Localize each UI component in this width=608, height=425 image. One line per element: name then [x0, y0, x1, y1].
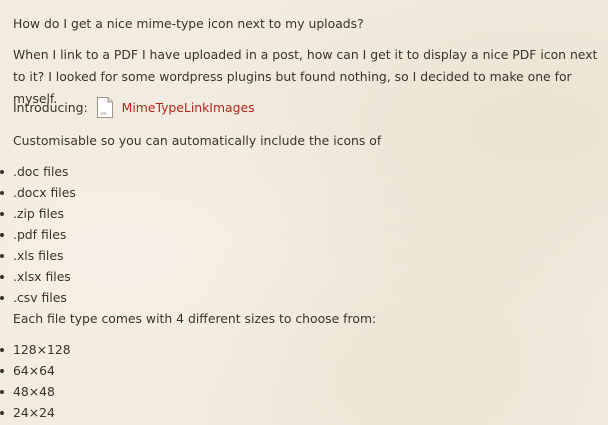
bullet-icon	[0, 348, 4, 352]
bullet-icon	[0, 296, 4, 300]
list-item-label: .csv files	[13, 290, 67, 305]
list-item-label: 64×64	[13, 363, 55, 378]
introducing-label: Introducing:	[13, 99, 88, 115]
pdf-file-icon	[96, 96, 113, 118]
list-item-label: 48×48	[13, 384, 55, 399]
bullet-icon	[0, 212, 4, 216]
list-item: .csv files	[0, 287, 76, 308]
introducing-line: Introducing: MimeTypeLinkImages	[13, 96, 255, 118]
bullet-icon	[0, 170, 4, 174]
list-item-label: .pdf files	[13, 227, 67, 242]
bullet-icon	[0, 275, 4, 279]
customisable-paragraph: Customisable so you can automatically in…	[13, 133, 382, 148]
list-item: 48×48	[0, 381, 71, 402]
list-item-label: 24×24	[13, 405, 55, 420]
bullet-icon	[0, 411, 4, 415]
list-item: .doc files	[0, 161, 76, 182]
list-item: .pdf files	[0, 224, 76, 245]
bullet-icon	[0, 390, 4, 394]
sizes-list: 128×128 64×64 48×48 24×24	[0, 339, 71, 423]
list-item: .xls files	[0, 245, 76, 266]
mimetypelinkimages-link[interactable]: MimeTypeLinkImages	[122, 100, 255, 115]
list-item: .zip files	[0, 203, 76, 224]
list-item: 64×64	[0, 360, 71, 381]
list-item-label: .doc files	[13, 164, 69, 179]
list-item-label: .docx files	[13, 185, 76, 200]
list-item-label: 128×128	[13, 342, 71, 357]
list-item: 128×128	[0, 339, 71, 360]
list-item-label: .xlsx files	[13, 269, 71, 284]
question-heading: How do I get a nice mime-type icon next …	[13, 16, 364, 31]
list-item: .xlsx files	[0, 266, 76, 287]
bullet-icon	[0, 369, 4, 373]
bullet-icon	[0, 254, 4, 258]
bullet-icon	[0, 191, 4, 195]
list-item: 24×24	[0, 402, 71, 423]
sizes-paragraph: Each file type comes with 4 different si…	[13, 311, 377, 326]
file-types-list: .doc files .docx files .zip files .pdf f…	[0, 161, 76, 308]
list-item: .docx files	[0, 182, 76, 203]
list-item-label: .zip files	[13, 206, 65, 221]
list-item-label: .xls files	[13, 248, 64, 263]
bullet-icon	[0, 233, 4, 237]
